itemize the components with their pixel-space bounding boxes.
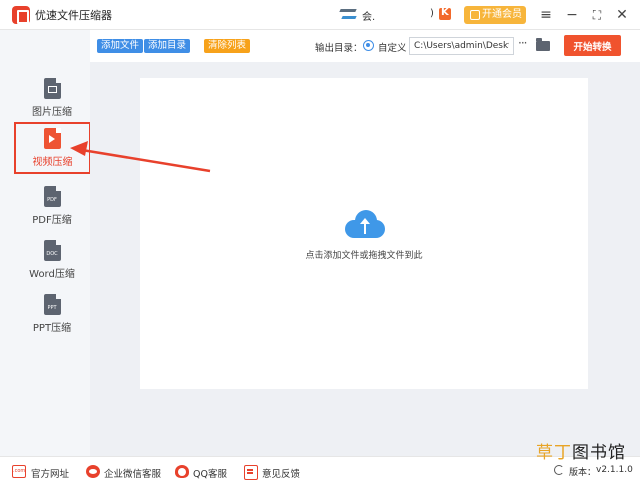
sidebar-item-ppt[interactable]: PPT PPT压缩 — [14, 290, 90, 340]
maximize-icon[interactable]: ⛶ — [588, 6, 606, 24]
toolbar: 添加文件 添加目录 清除列表 输出目录： 自定义 ··· 开始转换 — [90, 30, 640, 62]
open-folder-icon[interactable] — [536, 38, 550, 51]
pdf-file-icon: PDF — [43, 186, 61, 207]
ppt-file-icon: PPT — [43, 294, 61, 315]
sidebar-item-label: 图片压缩 — [32, 107, 72, 118]
version-value: v2.1.1.0 — [596, 465, 633, 475]
clear-list-button[interactable]: 清除列表 — [204, 39, 251, 53]
sidebar: 图片压缩 视频压缩 PDF PDF压缩 DOC Word压缩 PPT PPT压缩 — [0, 30, 91, 456]
app-title: 优速文件压缩器 — [35, 9, 112, 22]
drop-hint-text: 点击添加文件或拖拽文件到此 — [305, 251, 423, 261]
hamburger-menu-icon[interactable]: ≡ — [537, 6, 555, 24]
sidebar-item-label: 视频压缩 — [32, 157, 73, 168]
version-label: 版本： — [569, 468, 597, 478]
sidebar-item-image[interactable]: 图片压缩 — [14, 74, 90, 124]
custom-dir-radio[interactable] — [363, 40, 374, 51]
output-path-input[interactable] — [409, 37, 514, 55]
sidebar-item-word[interactable]: DOC Word压缩 — [14, 236, 90, 286]
output-dir-label: 输出目录： — [315, 43, 363, 54]
video-file-icon — [44, 128, 61, 149]
refresh-icon[interactable] — [554, 465, 564, 475]
custom-dir-label[interactable]: 自定义 — [378, 40, 407, 54]
wechat-service-link[interactable]: 企业微信客服 — [104, 466, 161, 480]
sidebar-item-pdf[interactable]: PDF PDF压缩 — [14, 182, 90, 232]
feedback-link[interactable]: 意见反馈 — [262, 466, 300, 480]
website-icon[interactable] — [12, 465, 26, 478]
image-file-icon — [43, 78, 61, 99]
vip-crown-icon — [470, 10, 480, 20]
add-folder-button[interactable]: 添加目录 — [144, 39, 191, 53]
feedback-icon[interactable] — [243, 465, 258, 480]
watermark: 草丁图书馆 — [536, 443, 626, 463]
add-file-button[interactable]: 添加文件 — [97, 39, 144, 53]
qq-service-link[interactable]: QQ客服 — [193, 466, 227, 480]
doc-file-icon: DOC — [43, 240, 61, 261]
start-convert-button[interactable]: 开始转换 — [564, 35, 621, 56]
sidebar-item-video[interactable]: 视频压缩 — [14, 122, 91, 174]
wechat-service-icon[interactable] — [86, 465, 100, 478]
minimize-icon[interactable]: − — [563, 6, 581, 24]
qq-service-icon[interactable] — [175, 465, 189, 478]
user-name-tail: ) — [430, 8, 434, 19]
app-logo-icon — [12, 6, 30, 24]
sidebar-item-label: PDF压缩 — [32, 215, 72, 226]
close-icon[interactable]: ✕ — [613, 6, 631, 24]
user-name[interactable]: 会. — [362, 8, 375, 23]
main-area: 点击添加文件或拖拽文件到此 — [90, 62, 640, 456]
sidebar-item-label: Word压缩 — [29, 269, 75, 280]
browse-more-icon[interactable]: ··· — [518, 36, 528, 50]
user-logo-icon[interactable] — [340, 7, 356, 23]
vip-badge-icon — [439, 7, 451, 20]
sidebar-item-label: PPT压缩 — [32, 323, 72, 334]
title-bar: 优速文件压缩器 会. ) 开通会员 ≡ − ⛶ ✕ — [0, 0, 640, 30]
cloud-upload-icon[interactable] — [345, 208, 385, 238]
website-link[interactable]: 官方网址 — [31, 466, 69, 480]
file-drop-zone[interactable]: 点击添加文件或拖拽文件到此 — [140, 78, 588, 389]
